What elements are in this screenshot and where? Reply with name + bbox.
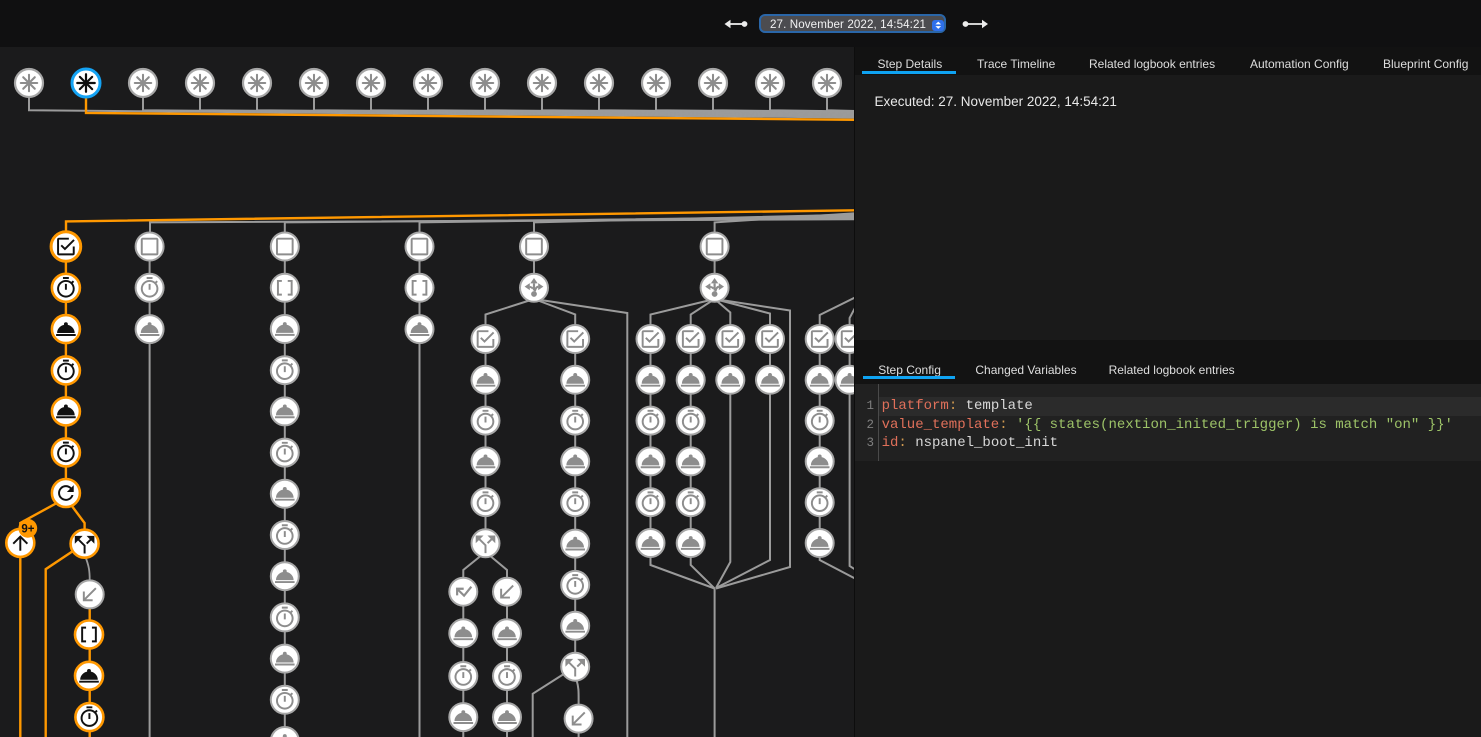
svg-text:9+: 9+ [21,523,34,535]
